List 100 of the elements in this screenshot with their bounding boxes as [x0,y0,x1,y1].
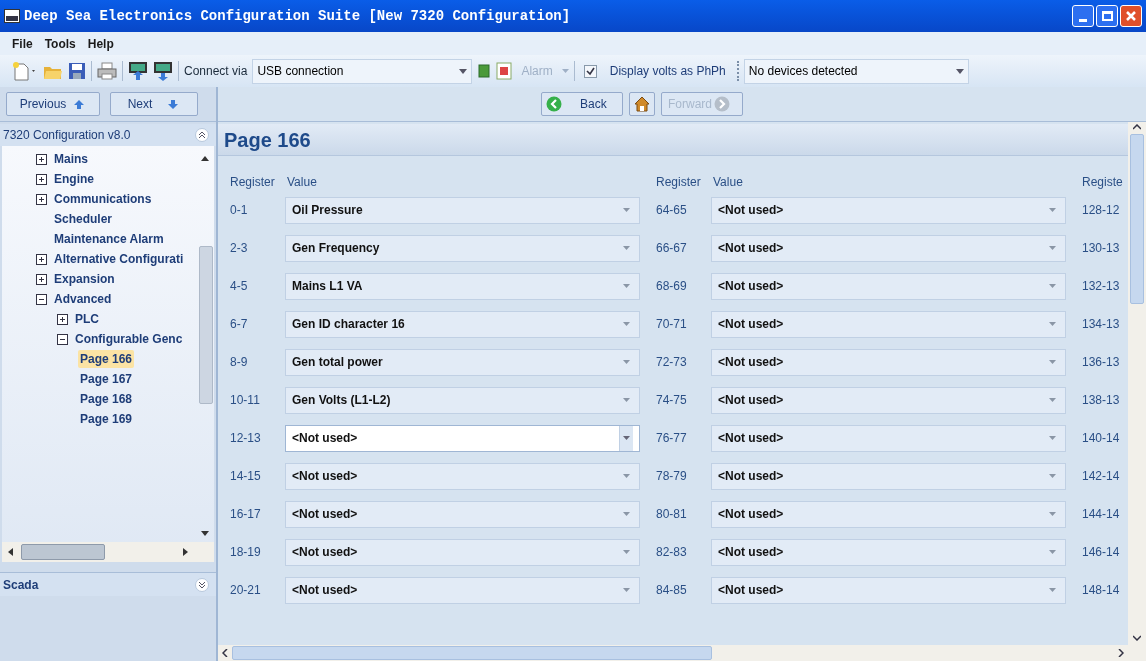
download-icon[interactable] [153,61,173,81]
scroll-thumb[interactable] [1130,134,1144,304]
device-dropdown[interactable]: No devices detected [743,58,969,84]
tree-item[interactable]: Scheduler [52,210,115,228]
caret-icon [623,512,630,516]
register-label: 64-65 [656,203,687,217]
caret-icon [1049,398,1056,402]
value-dropdown[interactable]: <Not used> [711,500,1066,528]
expand-icon[interactable] [36,193,47,205]
register-label: 6-7 [230,317,248,331]
tree-item[interactable]: PLC [73,310,101,328]
column-header: Register [230,175,275,189]
tree-item[interactable]: Engine [52,170,96,188]
upload-icon[interactable] [128,61,148,81]
register-label: 78-79 [656,469,687,483]
scroll-thumb[interactable] [21,544,105,560]
value-dropdown[interactable]: <Not used> [285,500,640,528]
register-label: 12-13 [230,431,261,445]
tree-item[interactable]: Page 167 [78,370,135,388]
register-label: 2-3 [230,241,248,255]
checkbox[interactable] [583,64,597,78]
value-dropdown[interactable]: Gen ID character 16 [285,310,640,338]
collapse-icon[interactable] [36,293,47,305]
next-button[interactable]: Next [110,92,198,116]
value-dropdown[interactable]: Gen Volts (L1-L2) [285,386,640,414]
value-dropdown[interactable]: <Not used> [711,538,1066,566]
register-label: 130-13 [1082,241,1120,255]
scroll-left-icon[interactable] [222,649,228,657]
menu-item[interactable]: Tools [42,34,78,53]
register-label: 18-19 [230,545,261,559]
value-dropdown[interactable]: <Not used> [285,576,640,604]
value-dropdown[interactable]: <Not used> [711,234,1066,262]
tree-item[interactable]: Mains [52,150,90,168]
value-dropdown[interactable]: <Not used> [285,462,640,490]
scroll-down-icon[interactable] [1133,635,1141,641]
maximize-button[interactable] [1096,5,1118,27]
scroll-right-icon[interactable] [1118,649,1124,657]
chip-icon[interactable] [477,63,492,79]
caret-icon [1049,246,1056,250]
save-icon[interactable] [68,62,86,80]
register-label: 134-13 [1082,317,1120,331]
caret-icon [1049,322,1056,326]
value-dropdown[interactable]: <Not used> [711,348,1066,376]
value-dropdown[interactable]: Mains L1 VA [285,272,640,300]
value-dropdown[interactable]: <Not used> [711,424,1066,452]
previous-button[interactable]: Previous [6,92,100,116]
value-dropdown[interactable]: Oil Pressure [285,196,640,224]
expand-icon[interactable] [36,153,47,165]
value-dropdown[interactable]: <Not used> [711,462,1066,490]
value-dropdown[interactable]: <Not used> [711,310,1066,338]
value-dropdown[interactable]: <Not used> [285,424,640,452]
register-label: 146-14 [1082,545,1120,559]
value-dropdown[interactable]: <Not used> [711,576,1066,604]
expand-icon[interactable] [57,313,68,325]
connect-via-label: Connect via [184,63,248,80]
value-dropdown[interactable]: <Not used> [711,386,1066,414]
close-button[interactable] [1120,5,1142,27]
tree-item[interactable]: Page 168 [78,390,135,408]
print-icon[interactable] [97,62,117,80]
tree-item[interactable]: Alternative Configurati [52,250,186,268]
page-title: Page 166 [224,127,311,153]
value-dropdown[interactable]: <Not used> [285,538,640,566]
register-label: 144-14 [1082,507,1120,521]
tree-item[interactable]: Configurable Genc [73,330,185,348]
caret-icon [623,550,630,554]
scroll-right-icon[interactable] [183,548,188,556]
horizontal-scrollbar[interactable] [218,645,1128,661]
tree-item[interactable]: Page 169 [78,410,135,428]
vertical-scrollbar[interactable] [1128,122,1146,661]
horizontal-scrollbar[interactable] [2,542,214,562]
back-button[interactable]: Back [541,92,623,116]
column-header: Register [656,175,701,189]
tree-item[interactable]: Communications [52,190,154,208]
expand-icon[interactable] [36,253,47,265]
scroll-down-icon[interactable] [201,531,209,536]
collapse-icon[interactable] [57,333,68,345]
tree-item[interactable]: Advanced [52,290,114,308]
minimize-button[interactable] [1072,5,1094,27]
value-dropdown[interactable]: Gen total power [285,348,640,376]
tree-item[interactable]: Page 166 [78,350,135,368]
connection-dropdown[interactable]: USB connection [252,58,473,84]
caret-icon [1049,436,1056,440]
menu-item[interactable]: Help [85,34,116,53]
menu-item[interactable]: File [10,34,35,53]
value-dropdown[interactable]: <Not used> [711,272,1066,300]
tree-item[interactable]: Maintenance Alarm [52,230,166,248]
scroll-thumb[interactable] [232,646,712,660]
value-dropdown[interactable]: <Not used> [711,196,1066,224]
expand-icon[interactable] [36,273,47,285]
register-label: 14-15 [230,469,261,483]
scroll-left-icon[interactable] [8,548,13,556]
caret-icon [1049,360,1056,364]
value-dropdown[interactable]: Gen Frequency [285,234,640,262]
expand-icon[interactable] [36,173,47,185]
tree-item[interactable]: Expansion [52,270,117,288]
notebook-icon[interactable] [496,62,513,80]
scroll-up-icon[interactable] [1133,124,1141,130]
scroll-thumb[interactable] [199,246,213,404]
scroll-up-icon[interactable] [201,156,209,161]
home-button[interactable] [629,92,655,116]
